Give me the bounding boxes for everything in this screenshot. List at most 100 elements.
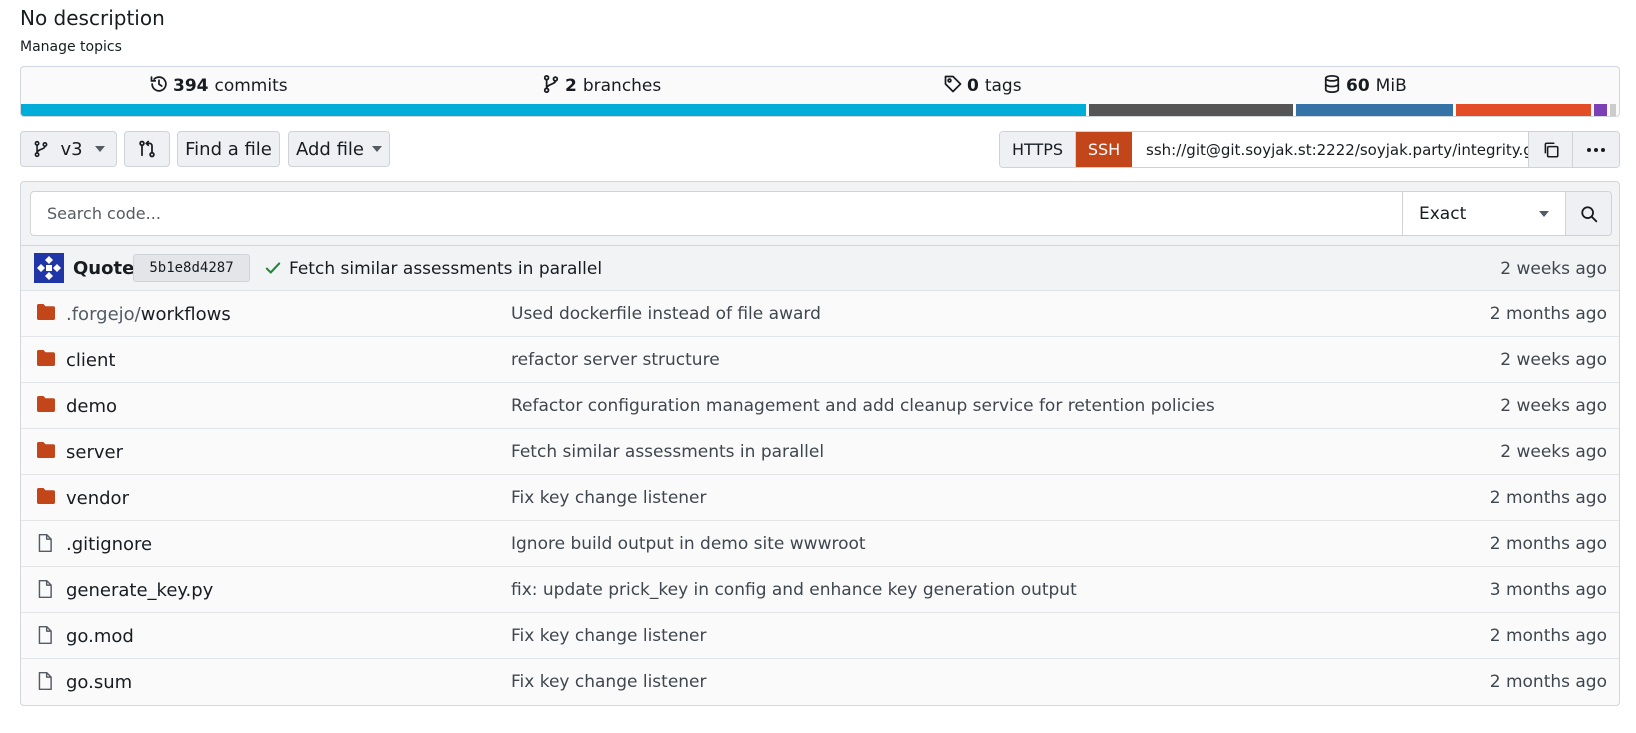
file-name-link[interactable]: generate_key.py	[66, 567, 213, 613]
file-row[interactable]: go.sum Fix key change listener 2 months ag…	[21, 659, 1619, 705]
https-button[interactable]: HTTPS	[1000, 132, 1076, 167]
find-file-button[interactable]: Find a file	[177, 131, 280, 167]
file-icon	[36, 625, 54, 649]
branches-count: 2	[565, 76, 577, 96]
file-commit-message[interactable]: Refactor configuration management and ad…	[511, 383, 1215, 429]
search-code-input[interactable]	[31, 192, 1402, 235]
tags-link[interactable]: 0 tags	[943, 67, 1022, 105]
folder-icon	[36, 441, 56, 463]
commits-label: commits	[214, 76, 288, 96]
file-name-link[interactable]: go.mod	[66, 613, 134, 659]
file-name: vendor	[66, 487, 129, 509]
file-commit-time: 3 months ago	[1489, 580, 1607, 600]
avatar[interactable]	[34, 253, 64, 283]
copy-icon	[1542, 141, 1560, 159]
compare-icon	[137, 139, 157, 159]
size-unit: MiB	[1375, 76, 1407, 96]
folder-icon	[36, 303, 56, 325]
file-name-link[interactable]: server	[66, 429, 123, 475]
file-commit-message[interactable]: Ignore build output in demo site wwwroot	[511, 521, 866, 567]
tags-label: tags	[984, 76, 1022, 96]
commit-author[interactable]: Quote	[73, 246, 134, 291]
file-commit-time: 2 weeks ago	[1500, 442, 1607, 462]
file-list: Quote 5b1e8d4287 Fetch similar assessmen…	[20, 246, 1620, 706]
file-row[interactable]: demo Refactor configuration management an…	[21, 383, 1619, 429]
file-name: .gitignore	[66, 533, 153, 555]
file-commit-message[interactable]: Used dockerfile instead of file award	[511, 291, 821, 337]
file-commit-message[interactable]: refactor server structure	[511, 337, 720, 383]
file-name-link[interactable]: .forgejo/workflows	[66, 291, 231, 337]
check-icon[interactable]	[264, 259, 282, 281]
file-row[interactable]: client refactor server structure 2 weeks a…	[21, 337, 1619, 383]
branches-link[interactable]: 2 branches	[541, 67, 661, 105]
folder-icon	[36, 487, 56, 509]
file-name-link[interactable]: client	[66, 337, 115, 383]
code-search-bar: Exact	[20, 181, 1620, 246]
file-name-link[interactable]: vendor	[66, 475, 129, 521]
file-commit-message[interactable]: fix: update prick_key in config and enha…	[511, 567, 1077, 613]
add-file-label: Add file	[296, 138, 364, 160]
file-commit-time: 2 months ago	[1489, 672, 1607, 692]
file-name: go.sum	[66, 671, 133, 693]
language-segment[interactable]	[21, 104, 1086, 116]
file-commit-time: 2 weeks ago	[1500, 396, 1607, 416]
language-stats-bar[interactable]	[21, 104, 1619, 116]
file-commit-time: 2 weeks ago	[1500, 350, 1607, 370]
file-icon	[36, 579, 54, 603]
search-icon	[1580, 205, 1598, 223]
branch-icon	[32, 140, 50, 158]
file-commit-time: 2 months ago	[1489, 488, 1607, 508]
language-segment[interactable]	[1296, 104, 1454, 116]
file-commit-message[interactable]: Fix key change listener	[511, 475, 707, 521]
commits-link[interactable]: 394 commits	[149, 67, 288, 105]
clone-url-input[interactable]: ssh://git@git.soyjak.st:2222/soyjak.part…	[1132, 132, 1529, 167]
commit-message[interactable]: Fetch similar assessments in parallel	[289, 246, 602, 291]
file-commit-time: 2 months ago	[1489, 304, 1607, 324]
compare-button[interactable]	[124, 131, 170, 167]
chevron-down-icon	[94, 146, 105, 152]
file-name: client	[66, 349, 116, 371]
file-name: demo	[66, 395, 118, 417]
file-commit-message[interactable]: Fix key change listener	[511, 613, 707, 659]
file-name: generate_key.py	[66, 579, 214, 601]
kebab-horizontal-icon	[1586, 147, 1606, 153]
chevron-down-icon	[371, 146, 382, 152]
file-name-prefix: .forgejo/	[66, 303, 141, 325]
commits-count: 394	[173, 76, 209, 96]
file-icon	[36, 533, 54, 557]
file-commit-time: 2 months ago	[1489, 534, 1607, 554]
commit-sha[interactable]: 5b1e8d4287	[133, 254, 250, 282]
file-name: workflows	[140, 303, 231, 325]
file-name-link[interactable]: go.sum	[66, 659, 132, 705]
file-row[interactable]: .forgejo/workflows Used dockerfile instea…	[21, 291, 1619, 337]
folder-icon	[36, 395, 56, 417]
file-commit-message[interactable]: Fetch similar assessments in parallel	[511, 429, 824, 475]
search-button[interactable]	[1565, 192, 1611, 235]
file-row[interactable]: vendor Fix key change listener 2 months ag…	[21, 475, 1619, 521]
branch-selector[interactable]: v3	[20, 131, 117, 167]
file-commit-message[interactable]: Fix key change listener	[511, 659, 707, 705]
manage-topics-link[interactable]: Manage topics	[20, 39, 122, 55]
latest-commit-row: Quote 5b1e8d4287 Fetch similar assessmen…	[21, 246, 1619, 291]
more-options-button[interactable]	[1573, 132, 1619, 167]
add-file-dropdown[interactable]: Add file	[288, 131, 390, 167]
file-name: go.mod	[66, 625, 134, 647]
language-segment[interactable]	[1593, 104, 1607, 116]
file-name-link[interactable]: demo	[66, 383, 117, 429]
file-row[interactable]: go.mod Fix key change listener 2 months ag…	[21, 613, 1619, 659]
ssh-button[interactable]: SSH	[1076, 132, 1132, 167]
file-name-link[interactable]: .gitignore	[66, 521, 152, 567]
file-row[interactable]: .gitignore Ignore build output in demo si…	[21, 521, 1619, 567]
search-mode-dropdown[interactable]: Exact	[1402, 192, 1565, 235]
file-row[interactable]: generate_key.py fix: update prick_key in …	[21, 567, 1619, 613]
chevron-down-icon	[1539, 210, 1549, 217]
copy-url-button[interactable]	[1529, 132, 1573, 167]
file-icon	[36, 671, 54, 695]
language-segment[interactable]	[1456, 104, 1591, 116]
file-row[interactable]: server Fetch similar assessments in paral…	[21, 429, 1619, 475]
language-segment[interactable]	[1088, 104, 1294, 116]
folder-icon	[36, 349, 56, 371]
clone-panel: HTTPS SSH ssh://git@git.soyjak.st:2222/s…	[999, 131, 1620, 168]
language-segment[interactable]	[1609, 104, 1616, 116]
file-name: server	[66, 441, 123, 463]
